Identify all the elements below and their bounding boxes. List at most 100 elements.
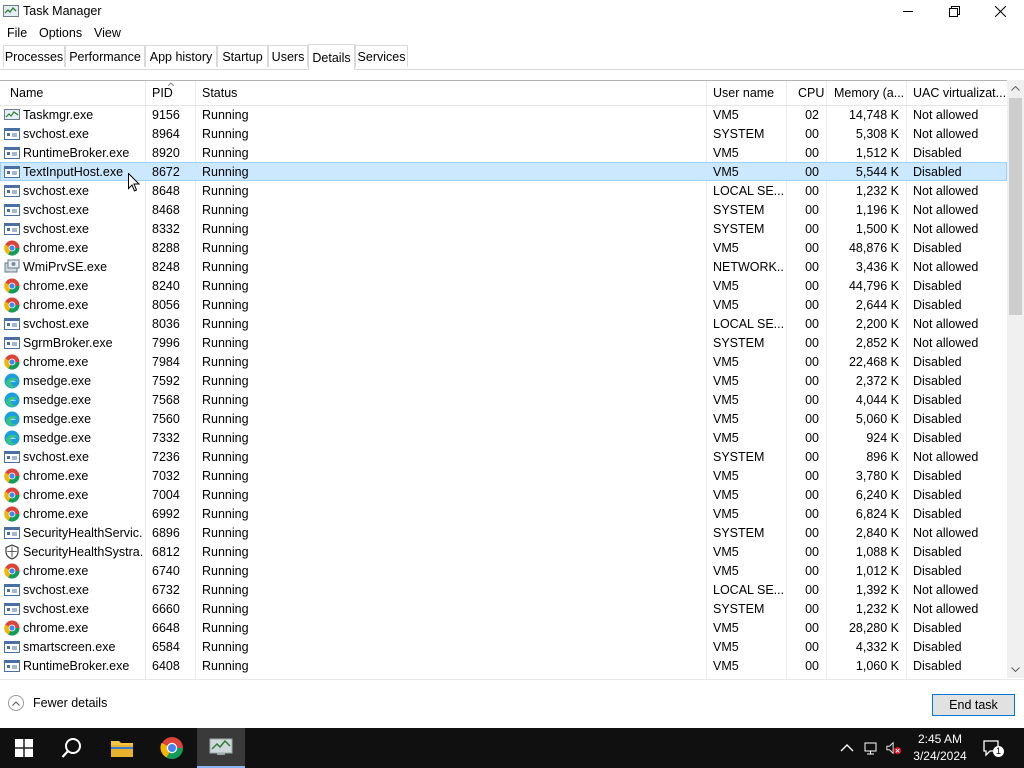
tab-performance[interactable]: Performance [65,45,145,67]
user-name-cell: VM5 [713,279,739,293]
action-center-button[interactable]: 1 [982,738,1004,758]
memory-cell: 3,436 K [855,260,899,274]
status-cell: Running [202,431,249,445]
start-button[interactable] [0,728,48,768]
uac-cell: Not allowed [913,583,979,597]
volume-muted-icon[interactable] [886,740,902,756]
task-manager-icon [209,738,233,755]
pid-cell: 9156 [152,108,180,122]
tab-details[interactable]: Details [308,44,355,70]
tab-app-history[interactable]: App history [145,45,217,67]
status-cell: Running [202,545,249,559]
column-header-status[interactable]: Status [202,86,237,100]
table-row[interactable]: svchost.exe 8964 Running SYSTEM 00 5,308 K Not… [0,124,1007,143]
table-row[interactable]: SecurityHealthSystra... 6812 Running VM5 00 1… [0,542,1007,561]
table-row[interactable]: svchost.exe 8468 Running SYSTEM 00 1,196 K Not… [0,200,1007,219]
search-button[interactable] [48,728,96,768]
menu-bar: File Options View [0,24,1024,43]
cpu-cell: 00 [805,640,819,654]
table-row[interactable]: WmiPrvSE.exe 8248 Running NETWORK... 00 3,436… [0,257,1007,276]
column-header-user-name[interactable]: User name [713,86,774,100]
uac-cell: Disabled [913,298,962,312]
system-clock[interactable]: 2:45 AM 3/24/2024 [908,731,972,765]
table-row[interactable]: RuntimeBroker.exe 6408 Running VM5 00 1,060 K… [0,656,1007,675]
scroll-up-button[interactable] [1007,80,1024,97]
status-cell: Running [202,203,249,217]
table-row[interactable]: chrome.exe 8056 Running VM5 00 2,644 K Disable… [0,295,1007,314]
tab-startup[interactable]: Startup [217,45,268,67]
uac-cell: Not allowed [913,450,979,464]
process-name-cell: svchost.exe [23,222,90,236]
close-icon [994,5,1006,17]
uac-cell: Disabled [913,393,962,407]
table-row[interactable]: msedge.exe 7332 Running VM5 00 924 K Disabled [0,428,1007,447]
table-row[interactable]: msedge.exe 7560 Running VM5 00 5,060 K Disable… [0,409,1007,428]
tab-services[interactable]: Services [355,45,408,67]
chevron-up-circle-icon [8,695,24,711]
process-name-cell: svchost.exe [23,184,90,198]
table-row[interactable]: RuntimeBroker.exe 8920 Running VM5 00 1,512 K… [0,143,1007,162]
table-row[interactable]: chrome.exe 6740 Running VM5 00 1,012 K Disable… [0,561,1007,580]
restore-button[interactable] [931,0,977,22]
fewer-details-link[interactable]: Fewer details [8,695,107,711]
column-header-pid[interactable]: PID [152,86,173,100]
scrollbar-thumb[interactable] [1009,98,1022,315]
chrome-taskbar-button[interactable] [148,728,196,768]
column-header-cpu[interactable]: CPU [798,86,824,100]
tab-processes[interactable]: Processes [3,45,65,67]
tab-strip: Processes Performance App history Startu… [0,44,1024,70]
table-row[interactable]: svchost.exe 8332 Running SYSTEM 00 1,500 K Not… [0,219,1007,238]
table-row[interactable]: svchost.exe 7236 Running SYSTEM 00 896 K Not a… [0,447,1007,466]
user-name-cell: VM5 [713,355,739,369]
process-name-cell: chrome.exe [23,298,89,312]
pid-cell: 7592 [152,374,180,388]
status-cell: Running [202,621,249,635]
pid-cell: 8964 [152,127,180,141]
windows-logo-icon [15,739,33,757]
chevron-up-icon[interactable] [839,740,855,756]
table-row[interactable]: msedge.exe 7592 Running VM5 00 2,372 K Disable… [0,371,1007,390]
uac-cell: Not allowed [913,260,979,274]
task-manager-taskbar-button[interactable] [197,728,245,768]
user-name-cell: SYSTEM [713,450,765,464]
memory-cell: 3,780 K [855,469,899,483]
menu-file[interactable]: File [7,26,27,40]
table-row[interactable]: svchost.exe 8648 Running LOCAL SE... 00 1,232… [0,181,1007,200]
file-explorer-button[interactable] [98,728,146,768]
process-name-cell: chrome.exe [23,279,89,293]
process-name-cell: WmiPrvSE.exe [23,260,108,274]
network-icon[interactable] [863,740,879,756]
table-row[interactable]: svchost.exe 6660 Running SYSTEM 00 1,232 K Not… [0,599,1007,618]
table-row[interactable]: TextInputHost.exe 8672 Running VM5 00 5,544 K… [0,162,1007,181]
table-row[interactable]: svchost.exe 6732 Running LOCAL SE... 00 1,392… [0,580,1007,599]
menu-options[interactable]: Options [39,26,82,40]
table-row[interactable]: smartscreen.exe 6584 Running VM5 00 4,332 K Di… [0,637,1007,656]
column-header-memory[interactable]: Memory (a... [834,86,904,100]
table-row[interactable]: chrome.exe 6648 Running VM5 00 28,280 K Disabl… [0,618,1007,637]
user-name-cell: VM5 [713,507,739,521]
table-row[interactable]: chrome.exe 7004 Running VM5 00 6,240 K Disable… [0,485,1007,504]
close-button[interactable] [977,0,1023,22]
tab-users[interactable]: Users [268,45,308,67]
table-row[interactable]: SecurityHealthServic... 6896 Running SYSTEM… [0,523,1007,542]
service-host-icon [4,658,20,674]
table-row[interactable]: chrome.exe 6992 Running VM5 00 6,824 K Disable… [0,504,1007,523]
table-row[interactable]: svchost.exe 8036 Running LOCAL SE... 00 2,200… [0,314,1007,333]
menu-view[interactable]: View [94,26,121,40]
table-row[interactable]: chrome.exe 8240 Running VM5 00 44,796 K Disabl… [0,276,1007,295]
vertical-scrollbar[interactable] [1007,80,1024,678]
table-row[interactable]: chrome.exe 7032 Running VM5 00 3,780 K Disable… [0,466,1007,485]
end-task-button[interactable]: End task [932,694,1015,716]
table-row[interactable]: Taskmgr.exe 9156 Running VM5 02 14,748 K Not a… [0,105,1007,124]
table-row[interactable]: SgrmBroker.exe 7996 Running SYSTEM 00 2,852 K… [0,333,1007,352]
scroll-down-button[interactable] [1007,661,1024,678]
table-row[interactable]: chrome.exe 8288 Running VM5 00 48,876 K Disabl… [0,238,1007,257]
minimize-button[interactable] [885,0,931,22]
column-header-uac[interactable]: UAC virtualizat... [913,86,1005,100]
table-row[interactable]: chrome.exe 7984 Running VM5 00 22,468 K Disabl… [0,352,1007,371]
table-row[interactable]: msedge.exe 7568 Running VM5 00 4,044 K Disable… [0,390,1007,409]
user-name-cell: VM5 [713,165,739,179]
table-header: Name PID Status User name CPU Memory (a.… [0,81,1007,106]
column-header-name[interactable]: Name [10,86,43,100]
pid-cell: 8288 [152,241,180,255]
